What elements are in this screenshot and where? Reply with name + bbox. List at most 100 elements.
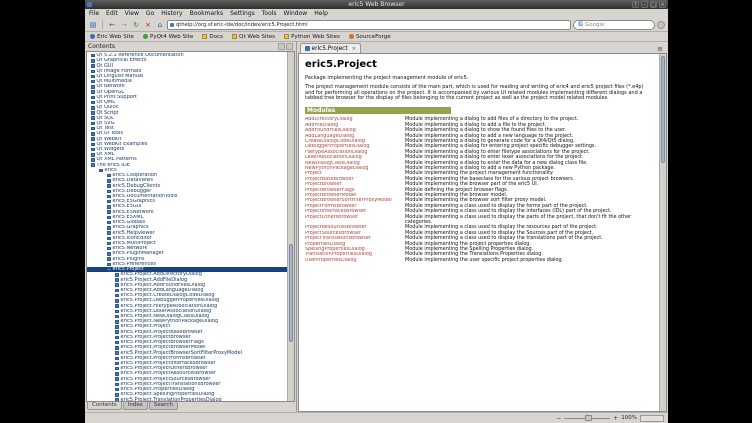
bookmark-item[interactable]: SourceForge bbox=[349, 34, 391, 40]
contents-tree: Qt 5.2.1 Reference Documentation Qt Grap… bbox=[87, 52, 287, 401]
bookmark-label: Docs bbox=[209, 34, 223, 40]
sidebar-tab[interactable]: Contents bbox=[87, 402, 122, 410]
sidebar-scrollbar-thumb[interactable] bbox=[289, 244, 293, 342]
doc-icon bbox=[107, 200, 111, 204]
bookmark-item[interactable]: Eric Web Site bbox=[90, 34, 134, 40]
sidebar-header-button[interactable] bbox=[286, 43, 293, 50]
doc-icon bbox=[91, 153, 95, 157]
doc-icon bbox=[115, 325, 119, 329]
page-intro: Package implementing the project managem… bbox=[305, 75, 653, 81]
zoom-slider-thumb[interactable] bbox=[585, 415, 592, 421]
tree-item[interactable]: eric5.Project.TranslationPropertiesDialo… bbox=[87, 397, 287, 401]
close-button[interactable]: × bbox=[659, 1, 666, 8]
document-page: eric5.Project Package implementing the p… bbox=[299, 54, 659, 411]
menu-item[interactable]: Go bbox=[146, 10, 154, 17]
main-area: Contents Qt 5.2.1 Reference Documentatio… bbox=[85, 42, 668, 412]
bookmark-icon bbox=[143, 34, 148, 39]
new-tab-icon[interactable]: ▤ bbox=[88, 20, 98, 30]
toolbar: ▤ ← → ↻ × ⌂ qthelp://org.sf.eric-ide/doc… bbox=[85, 18, 668, 32]
doc-icon bbox=[115, 304, 119, 308]
doc-icon bbox=[115, 383, 119, 387]
stop-icon[interactable]: × bbox=[143, 20, 153, 30]
bookmark-label: Eric Web Site bbox=[97, 34, 134, 40]
doc-icon bbox=[107, 237, 111, 241]
doc-icon bbox=[115, 398, 119, 401]
doc-icon bbox=[91, 148, 95, 152]
doc-icon bbox=[91, 59, 95, 63]
titlebar[interactable]: eric5 Web Browser ? – □ × bbox=[85, 0, 668, 9]
sidebar-scrollbar[interactable] bbox=[287, 52, 294, 401]
doc-icon bbox=[107, 179, 111, 183]
page-scrollbar[interactable] bbox=[659, 54, 666, 411]
sidebar-header-button[interactable] bbox=[278, 43, 285, 50]
doc-icon bbox=[115, 357, 119, 361]
tab-eric5-project[interactable]: eric5.Project × bbox=[300, 43, 361, 53]
url-page-icon bbox=[170, 23, 174, 27]
bookmark-item[interactable]: Qt Web Sites bbox=[232, 34, 275, 40]
window-title: eric5 Web Browser bbox=[85, 1, 668, 8]
tab-close-icon[interactable]: × bbox=[352, 46, 357, 52]
sidebar-tab[interactable]: Index bbox=[123, 402, 148, 410]
doc-icon bbox=[107, 247, 111, 251]
doc-icon bbox=[91, 96, 95, 100]
doc-icon bbox=[91, 101, 95, 105]
menu-item[interactable]: File bbox=[89, 10, 99, 17]
menu-item[interactable]: Help bbox=[314, 10, 328, 17]
menu-item[interactable]: History bbox=[161, 10, 182, 17]
search-placeholder: Google bbox=[585, 22, 604, 28]
bookmark-item[interactable]: PyQt4 Web Site bbox=[143, 34, 193, 40]
help-button[interactable]: ? bbox=[632, 1, 639, 8]
zoom-out-icon[interactable]: − bbox=[556, 415, 561, 422]
search-engine-icon: G bbox=[578, 21, 583, 28]
search-input[interactable]: G Google bbox=[573, 20, 655, 30]
sidebar-tab[interactable]: Search bbox=[149, 402, 178, 410]
bookmark-item[interactable]: Python Web Sites bbox=[284, 34, 340, 40]
sidebar-header: Contents bbox=[85, 42, 296, 51]
doc-icon bbox=[91, 137, 95, 141]
status-indicator bbox=[640, 415, 664, 422]
doc-icon bbox=[91, 132, 95, 136]
browser-window: eric5 Web Browser ? – □ × File Edit View Go… bbox=[85, 0, 668, 423]
doc-icon bbox=[91, 64, 95, 68]
back-icon[interactable]: ← bbox=[107, 20, 117, 30]
module-link[interactable]: ProjectOthersBrowser bbox=[305, 215, 405, 220]
doc-icon bbox=[115, 330, 119, 334]
doc-icon bbox=[91, 85, 95, 89]
module-row: UserPropertiesDialog Module implementing… bbox=[305, 258, 653, 263]
minimize-button[interactable]: – bbox=[641, 1, 648, 8]
menu-item[interactable]: Bookmarks bbox=[190, 10, 224, 17]
menu-item[interactable]: Edit bbox=[106, 10, 118, 17]
bookmark-icon bbox=[202, 34, 207, 39]
zoom-slider[interactable] bbox=[564, 415, 610, 421]
page-title: eric5.Project bbox=[305, 59, 653, 70]
doc-icon bbox=[115, 393, 119, 397]
reload-icon[interactable]: ↻ bbox=[131, 20, 141, 30]
doc-icon bbox=[91, 163, 95, 167]
home-icon[interactable]: ⌂ bbox=[155, 20, 165, 30]
doc-icon bbox=[91, 70, 95, 74]
status-bar: − + 100% bbox=[85, 412, 668, 423]
maximize-button[interactable]: □ bbox=[650, 1, 657, 8]
page-scrollbar-thumb[interactable] bbox=[661, 56, 665, 163]
page-panel: eric5.Project Package implementing the p… bbox=[298, 53, 667, 412]
menu-item[interactable]: Tools bbox=[262, 10, 277, 17]
doc-icon bbox=[115, 289, 119, 293]
tab-list-icon[interactable]: ≡ bbox=[657, 45, 665, 53]
toolbar-separator bbox=[102, 20, 103, 29]
menu-item[interactable]: View bbox=[125, 10, 139, 17]
zoom-in-icon[interactable]: + bbox=[613, 415, 618, 422]
doc-icon bbox=[107, 205, 111, 209]
doc-icon bbox=[107, 242, 111, 246]
menu-item[interactable]: Settings bbox=[230, 10, 255, 17]
module-link[interactable]: UserPropertiesDialog bbox=[305, 258, 405, 263]
doc-icon bbox=[91, 158, 95, 162]
bookmark-item[interactable]: Docs bbox=[202, 34, 223, 40]
doc-icon bbox=[91, 127, 95, 131]
doc-icon bbox=[107, 221, 111, 225]
doc-icon bbox=[115, 377, 119, 381]
forward-icon[interactable]: → bbox=[119, 20, 129, 30]
menu-item[interactable]: Window bbox=[284, 10, 308, 17]
url-bar[interactable]: qthelp://org.sf.eric-ide/doc/index/eric5… bbox=[167, 20, 571, 30]
bookmark-label: PyQt4 Web Site bbox=[150, 34, 193, 40]
bookmark-icon bbox=[284, 34, 289, 39]
